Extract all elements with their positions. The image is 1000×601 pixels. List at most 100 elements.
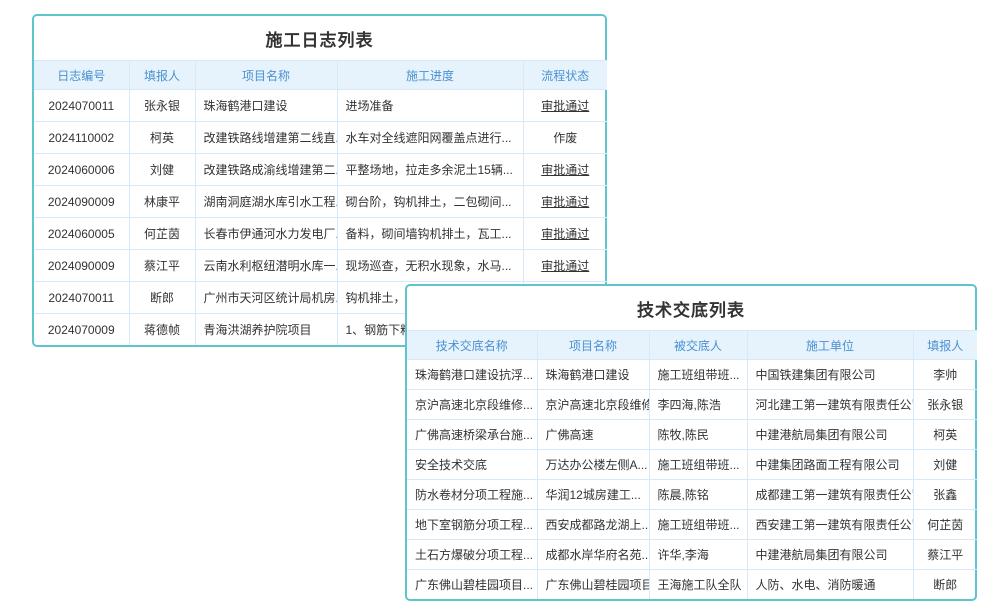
cell-reporter[interactable]: 刘健 [129, 154, 195, 186]
disclosure-table-body: 珠海鹤港口建设抗浮...珠海鹤港口建设施工班组带班...中国铁建集团有限公司李帅… [407, 360, 977, 600]
cell-id[interactable]: 2024090009 [34, 250, 129, 282]
cell-status[interactable]: 审批通过 [523, 90, 607, 122]
table-row: 2024110002柯英改建铁路线增建第二线直...水车对全线遮阳网覆盖点进行.… [34, 122, 607, 154]
cell-project[interactable]: 西安成都路龙湖上... [537, 510, 649, 540]
cell-id[interactable]: 2024110002 [34, 122, 129, 154]
column-header-receiver: 被交底人 [649, 331, 747, 360]
cell-status[interactable]: 审批通过 [523, 218, 607, 250]
cell-project[interactable]: 青海洪湖养护院项目 [195, 314, 337, 346]
cell-status[interactable]: 审批通过 [523, 154, 607, 186]
cell-progress: 平整场地，拉走多余泥土15辆... [337, 154, 523, 186]
cell-name[interactable]: 土石方爆破分项工程... [407, 540, 537, 570]
cell-project[interactable]: 华润12城房建工... [537, 480, 649, 510]
cell-project[interactable]: 长春市伊通河水力发电厂... [195, 218, 337, 250]
table-row: 珠海鹤港口建设抗浮...珠海鹤港口建设施工班组带班...中国铁建集团有限公司李帅 [407, 360, 977, 390]
cell-reporter[interactable]: 何芷茵 [913, 510, 977, 540]
cell-id[interactable]: 2024070011 [34, 282, 129, 314]
table-row: 广佛高速桥梁承台施...广佛高速陈牧,陈民中建港航局集团有限公司柯英 [407, 420, 977, 450]
cell-project[interactable]: 湖南洞庭湖水库引水工程... [195, 186, 337, 218]
cell-name[interactable]: 珠海鹤港口建设抗浮... [407, 360, 537, 390]
cell-reporter[interactable]: 林康平 [129, 186, 195, 218]
cell-id[interactable]: 2024070009 [34, 314, 129, 346]
column-header-status: 流程状态 [523, 61, 607, 90]
column-header-id: 日志编号 [34, 61, 129, 90]
column-header-reporter: 填报人 [129, 61, 195, 90]
cell-project[interactable]: 云南水利枢纽潜明水库一... [195, 250, 337, 282]
cell-project[interactable]: 京沪高速北京段维修 [537, 390, 649, 420]
cell-receiver: 王海施工队全队 [649, 570, 747, 600]
cell-project[interactable]: 广佛高速 [537, 420, 649, 450]
cell-reporter[interactable]: 李帅 [913, 360, 977, 390]
cell-reporter[interactable]: 蔡江平 [913, 540, 977, 570]
cell-name[interactable]: 广东佛山碧桂园项目... [407, 570, 537, 600]
cell-reporter[interactable]: 断郎 [129, 282, 195, 314]
cell-receiver: 陈牧,陈民 [649, 420, 747, 450]
tech-disclosure-table: 技术交底名称项目名称被交底人施工单位填报人 珠海鹤港口建设抗浮...珠海鹤港口建… [407, 330, 977, 599]
cell-receiver: 施工班组带班... [649, 510, 747, 540]
cell-reporter[interactable]: 柯英 [129, 122, 195, 154]
cell-project[interactable]: 万达办公楼左侧A... [537, 450, 649, 480]
table-header-row: 技术交底名称项目名称被交底人施工单位填报人 [407, 331, 977, 360]
cell-status[interactable]: 作废 [523, 122, 607, 154]
cell-project[interactable]: 改建铁路线增建第二线直... [195, 122, 337, 154]
cell-unit: 中建港航局集团有限公司 [747, 540, 913, 570]
cell-unit: 中国铁建集团有限公司 [747, 360, 913, 390]
cell-reporter[interactable]: 蔡江平 [129, 250, 195, 282]
cell-name[interactable]: 安全技术交底 [407, 450, 537, 480]
column-header-unit: 施工单位 [747, 331, 913, 360]
table-row: 京沪高速北京段维修...京沪高速北京段维修李四海,陈浩河北建工第一建筑有限责任公… [407, 390, 977, 420]
cell-status[interactable]: 审批通过 [523, 186, 607, 218]
table-row: 2024090009林康平湖南洞庭湖水库引水工程...砌台阶，钩机排土，二包砌间… [34, 186, 607, 218]
cell-project[interactable]: 改建铁路成渝线增建第二... [195, 154, 337, 186]
cell-reporter[interactable]: 张永银 [129, 90, 195, 122]
tech-disclosure-title: 技术交底列表 [407, 286, 975, 330]
table-row: 广东佛山碧桂园项目...广东佛山碧桂园项目王海施工队全队人防、水电、消防暖通断郎 [407, 570, 977, 600]
table-row: 2024090009蔡江平云南水利枢纽潜明水库一...现场巡查，无积水现象，水马… [34, 250, 607, 282]
cell-unit: 河北建工第一建筑有限责任公司 [747, 390, 913, 420]
cell-unit: 人防、水电、消防暖通 [747, 570, 913, 600]
table-row: 2024070011张永银珠海鹤港口建设进场准备审批通过 [34, 90, 607, 122]
table-row: 地下室钢筋分项工程...西安成都路龙湖上...施工班组带班...西安建工第一建筑… [407, 510, 977, 540]
column-header-project: 项目名称 [537, 331, 649, 360]
cell-name[interactable]: 广佛高速桥梁承台施... [407, 420, 537, 450]
cell-receiver: 李四海,陈浩 [649, 390, 747, 420]
cell-name[interactable]: 地下室钢筋分项工程... [407, 510, 537, 540]
cell-unit: 中建港航局集团有限公司 [747, 420, 913, 450]
cell-status[interactable]: 审批通过 [523, 250, 607, 282]
cell-progress: 砌台阶，钩机排土，二包砌间... [337, 186, 523, 218]
cell-receiver: 许华,李海 [649, 540, 747, 570]
cell-reporter[interactable]: 刘健 [913, 450, 977, 480]
cell-project[interactable]: 珠海鹤港口建设 [195, 90, 337, 122]
column-header-name: 技术交底名称 [407, 331, 537, 360]
table-header-row: 日志编号填报人项目名称施工进度流程状态 [34, 61, 607, 90]
cell-id[interactable]: 2024060006 [34, 154, 129, 186]
column-header-project: 项目名称 [195, 61, 337, 90]
cell-reporter[interactable]: 断郎 [913, 570, 977, 600]
cell-unit: 成都建工第一建筑有限责任公司 [747, 480, 913, 510]
cell-project[interactable]: 广东佛山碧桂园项目 [537, 570, 649, 600]
cell-project[interactable]: 成都水岸华府名苑... [537, 540, 649, 570]
cell-progress: 备料，砌间墙钩机排土，瓦工... [337, 218, 523, 250]
cell-reporter[interactable]: 张永银 [913, 390, 977, 420]
cell-id[interactable]: 2024070011 [34, 90, 129, 122]
cell-project[interactable]: 珠海鹤港口建设 [537, 360, 649, 390]
cell-name[interactable]: 防水卷材分项工程施... [407, 480, 537, 510]
cell-reporter[interactable]: 柯英 [913, 420, 977, 450]
table-row: 安全技术交底万达办公楼左侧A...施工班组带班...中建集团路面工程有限公司刘健 [407, 450, 977, 480]
cell-receiver: 陈晨,陈铭 [649, 480, 747, 510]
cell-reporter[interactable]: 张鑫 [913, 480, 977, 510]
cell-name[interactable]: 京沪高速北京段维修... [407, 390, 537, 420]
cell-reporter[interactable]: 蒋德帧 [129, 314, 195, 346]
cell-progress: 进场准备 [337, 90, 523, 122]
table-row: 土石方爆破分项工程...成都水岸华府名苑...许华,李海中建港航局集团有限公司蔡… [407, 540, 977, 570]
cell-unit: 西安建工第一建筑有限责任公司 [747, 510, 913, 540]
cell-id[interactable]: 2024090009 [34, 186, 129, 218]
tech-disclosure-panel: 技术交底列表 技术交底名称项目名称被交底人施工单位填报人 珠海鹤港口建设抗浮..… [405, 284, 977, 601]
column-header-reporter: 填报人 [913, 331, 977, 360]
cell-id[interactable]: 2024060005 [34, 218, 129, 250]
cell-progress: 现场巡查，无积水现象，水马... [337, 250, 523, 282]
table-row: 2024060006刘健改建铁路成渝线增建第二...平整场地，拉走多余泥土15辆… [34, 154, 607, 186]
table-row: 2024060005何芷茵长春市伊通河水力发电厂...备料，砌间墙钩机排土，瓦工… [34, 218, 607, 250]
cell-project[interactable]: 广州市天河区统计局机房... [195, 282, 337, 314]
cell-reporter[interactable]: 何芷茵 [129, 218, 195, 250]
